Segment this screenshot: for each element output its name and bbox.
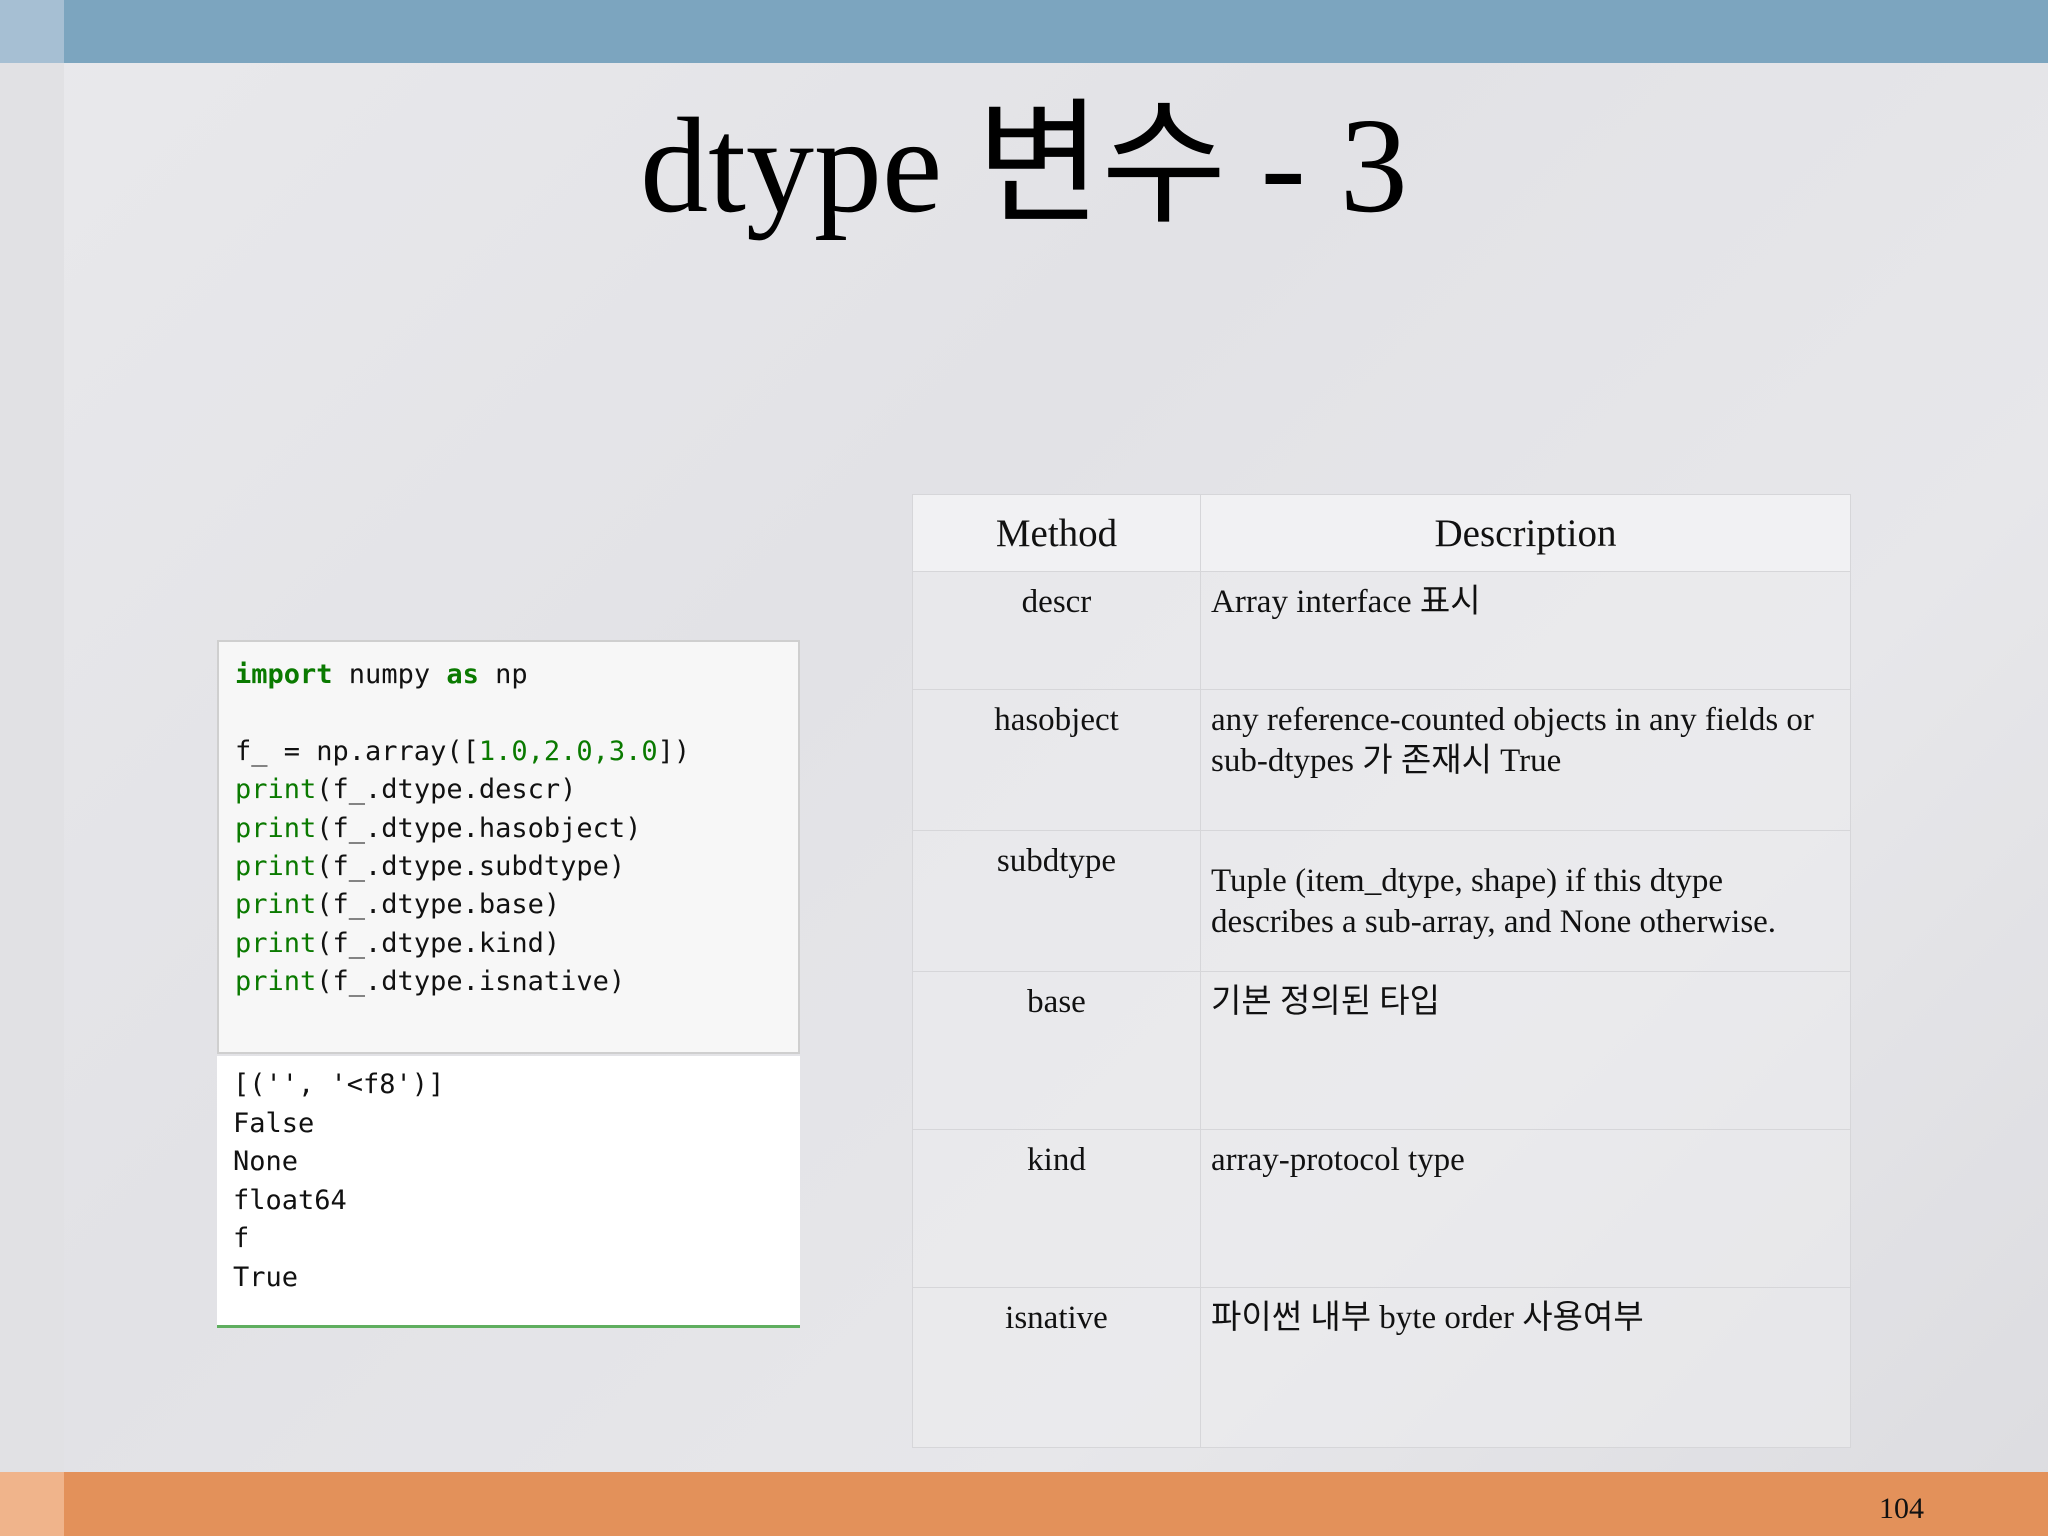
description-cell: 기본 정의된 타입 (1200, 971, 1851, 1130)
code-numbers: 1.0,2.0,3.0 (478, 735, 658, 767)
code-token: ]) (657, 735, 691, 767)
footer-accent-block (0, 1472, 64, 1536)
method-cell: kind (912, 1129, 1201, 1288)
code-line: (f_.dtype.hasobject) (316, 812, 642, 844)
header-bar (64, 0, 2048, 63)
output-line: float64 (233, 1184, 347, 1216)
method-cell: isnative (912, 1287, 1201, 1448)
output-line: False (233, 1107, 315, 1139)
code-line: (f_.dtype.base) (316, 889, 561, 921)
keyword-import: import (235, 659, 333, 690)
table-row: base 기본 정의된 타입 (912, 971, 1851, 1130)
output-line: [('', '<f8')] (233, 1069, 445, 1100)
code-line: (f_.dtype.kind) (316, 927, 561, 959)
code-input-cell: import numpy as np f_ = np.array([1.0,2.… (217, 640, 800, 1054)
description-cell: any reference-counted objects in any fie… (1200, 689, 1851, 831)
keyword-as: as (446, 659, 479, 690)
method-cell: hasobject (912, 689, 1201, 831)
column-header-description: Description (1200, 494, 1851, 572)
print-keyword: print (235, 774, 317, 806)
left-margin-strip (0, 63, 64, 1472)
print-keyword: print (235, 927, 317, 959)
page-number: 104 (1879, 1492, 1924, 1525)
output-line: f (233, 1223, 250, 1255)
description-cell: 파이썬 내부 byte order 사용여부 (1200, 1287, 1851, 1448)
column-header-method: Method (912, 494, 1201, 572)
code-line: (f_.dtype.descr) (316, 774, 577, 806)
description-cell: Tuple (item_dtype, shape) if this dtype … (1200, 830, 1851, 972)
code-token: numpy (332, 659, 447, 690)
code-line: (f_.dtype.isnative) (316, 966, 626, 998)
header-accent-block (0, 0, 64, 63)
code-output-cell: [('', '<f8')] False None float64 f True (217, 1056, 800, 1328)
table-row: descr Array interface 표시 (912, 571, 1851, 690)
output-line: None (233, 1146, 299, 1178)
method-cell: descr (912, 571, 1201, 690)
method-cell: subdtype (912, 830, 1201, 972)
output-line: True (233, 1261, 299, 1293)
table-row: hasobject any reference-counted objects … (912, 689, 1851, 831)
print-keyword: print (235, 966, 317, 998)
footer-bar: 104 (64, 1472, 2048, 1536)
description-cell: Array interface 표시 (1200, 571, 1851, 690)
table-row: subdtype Tuple (item_dtype, shape) if th… (912, 830, 1851, 972)
code-token: np (478, 659, 528, 690)
table-header-row: Method Description (912, 494, 1851, 572)
table-row: kind array-protocol type (912, 1129, 1851, 1288)
code-line: (f_.dtype.subdtype) (316, 851, 626, 883)
table-row: isnative 파이썬 내부 byte order 사용여부 (912, 1287, 1851, 1448)
dtype-methods-table: Method Description descr Array interface… (912, 494, 1851, 1448)
method-cell: base (912, 971, 1201, 1130)
slide-title: dtype 변수 - 3 (640, 91, 1408, 241)
output-text: [('', '<f8')] False None float64 f True (233, 1066, 444, 1298)
code-token: f_ = np.array([ (235, 735, 479, 767)
description-cell: array-protocol type (1200, 1129, 1851, 1288)
print-keyword: print (235, 851, 317, 883)
code-text: import numpy as np f_ = np.array([1.0,2.… (235, 656, 690, 1002)
print-keyword: print (235, 889, 317, 921)
print-keyword: print (235, 812, 317, 844)
